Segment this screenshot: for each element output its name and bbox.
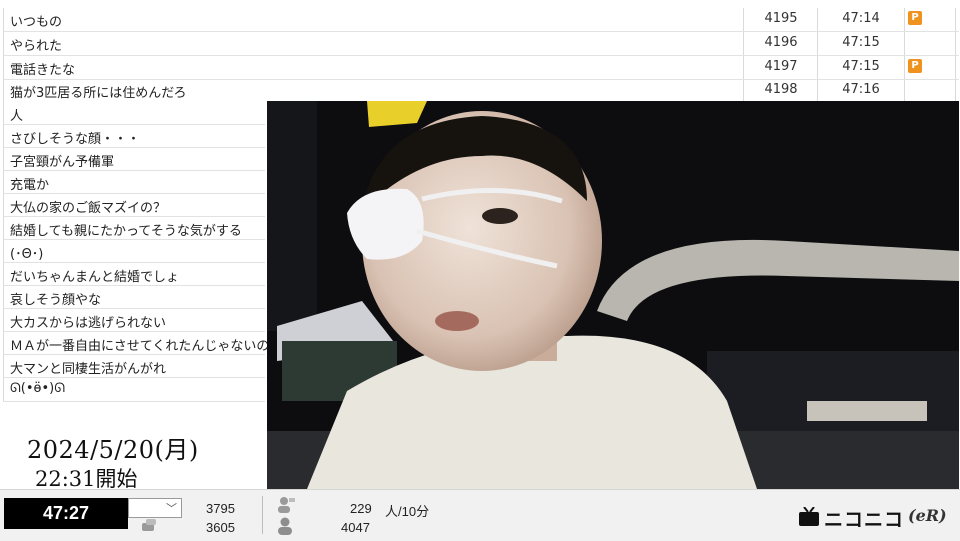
- comment-number: 4198: [764, 82, 798, 97]
- video-frame: [267, 101, 959, 489]
- comment-row[interactable]: だいちゃんまんと結婚でしょ: [0, 263, 264, 286]
- logo-text: ニコニコ: [824, 510, 905, 531]
- comment-text: やられた: [10, 39, 63, 54]
- tv-icon: [799, 507, 819, 526]
- comment-row[interactable]: いつもの 4195 47:14 P: [0, 8, 960, 31]
- comment-row[interactable]: 子宮頸がん予備軍: [0, 148, 264, 171]
- comment-text: 結婚しても親にたかってそうな気がする: [10, 224, 242, 239]
- comment-text: 大マンと同棲生活がんがれ: [10, 362, 167, 377]
- person-icon: [278, 517, 292, 535]
- comment-text: だいちゃんまんと結婚でしょ: [10, 270, 180, 285]
- stat-top-value: 3795: [206, 501, 235, 516]
- divider: [262, 496, 263, 534]
- broadcast-date: 2024/5/20(月): [27, 436, 199, 464]
- comment-row[interactable]: さびしそうな顔・・・: [0, 125, 264, 148]
- comment-time: 47:14: [842, 11, 880, 26]
- comment-row[interactable]: 猫が3匹居る所には住めんだろ 4198 47:16: [0, 79, 960, 102]
- comment-time: 47:15: [842, 35, 880, 50]
- viewers-unit: 人/10分: [385, 504, 430, 519]
- comment-icon: [142, 519, 156, 531]
- comment-time: 47:16: [842, 82, 880, 97]
- comment-row[interactable]: 電話きたな 4197 47:15 P: [0, 56, 960, 79]
- viewers-icon: [278, 497, 295, 513]
- comment-number: 4197: [764, 59, 798, 74]
- comment-row[interactable]: (･Θ･): [0, 240, 264, 263]
- comment-row[interactable]: 哀しそう顔やな: [0, 286, 264, 309]
- comment-text: 大カスからは逃げられない: [10, 316, 167, 331]
- chevron-down-icon: ﹀: [166, 503, 177, 515]
- comment-text: 猫が3匹居る所には住めんだろ: [10, 86, 187, 101]
- comment-row[interactable]: ᘏ(•ӫ•)ᘏ: [0, 378, 264, 401]
- comment-text: 充電か: [10, 178, 50, 193]
- premium-badge: P: [908, 59, 922, 73]
- comment-row[interactable]: 人: [0, 102, 264, 125]
- comment-text: さびしそうな顔・・・: [10, 132, 141, 147]
- comment-text: ＭＡが一番自由にさせてくれたんじゃないの: [10, 339, 270, 354]
- comment-row[interactable]: 充電か: [0, 171, 264, 194]
- stat-bottom-value: 3605: [206, 520, 235, 535]
- comment-text: 哀しそう顔やな: [10, 293, 102, 308]
- viewers-per-10min: 229: [350, 501, 372, 516]
- comment-row[interactable]: ＭＡが一番自由にさせてくれたんじゃないの: [0, 332, 269, 355]
- broadcast-date-overlay: 2024/5/20(月) 22:31開始: [27, 430, 199, 493]
- comment-row[interactable]: 結婚しても親にたかってそうな気がする: [0, 217, 264, 240]
- logo-suffix: (eR): [908, 506, 947, 525]
- comment-text: 子宮頸がん予備軍: [10, 155, 115, 170]
- total-count: 4047: [341, 520, 370, 535]
- comment-row[interactable]: 大カスからは逃げられない: [0, 309, 264, 332]
- status-bar: 47:27 ﹀ 3795 3605 229 人/10分 4047 ニコニコ (e…: [0, 489, 960, 541]
- comment-text: いつもの: [10, 15, 63, 30]
- comment-number: 4196: [764, 35, 798, 50]
- comment-number: 4195: [764, 11, 798, 26]
- comment-text: 電話きたな: [10, 63, 76, 78]
- quality-select[interactable]: ﹀: [128, 498, 182, 518]
- comment-row[interactable]: 大マンと同棲生活がんがれ: [0, 355, 264, 378]
- comment-row[interactable]: やられた 4196 47:15: [0, 32, 960, 55]
- comment-time: 47:15: [842, 59, 880, 74]
- comment-text: 人: [10, 109, 24, 124]
- comment-row[interactable]: 大仏の家のご飯マズイの？: [0, 194, 264, 217]
- premium-badge: P: [908, 11, 922, 25]
- comment-text: 大仏の家のご飯マズイの？: [10, 201, 167, 216]
- elapsed-time: 47:27: [4, 498, 128, 529]
- comment-text: (･Θ･): [10, 247, 44, 262]
- video-player[interactable]: [267, 101, 959, 489]
- comment-text: ᘏ(•ӫ•)ᘏ: [10, 381, 66, 396]
